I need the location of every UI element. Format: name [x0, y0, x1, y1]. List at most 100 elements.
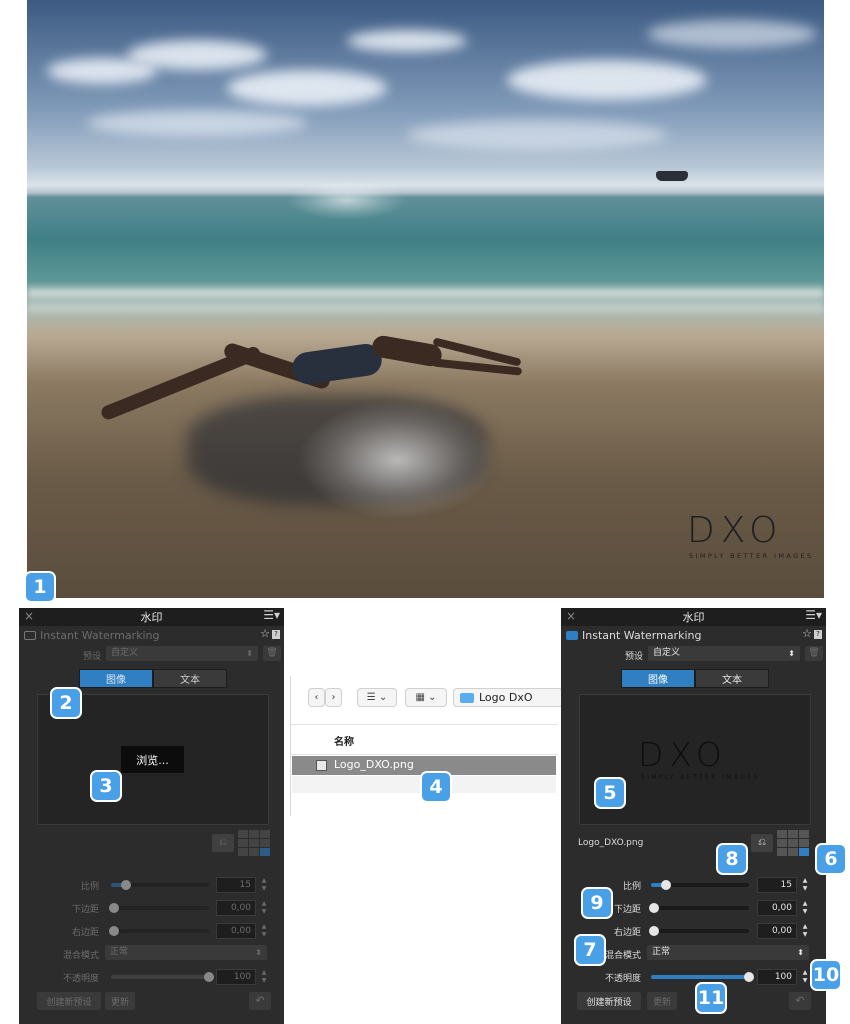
bottom-margin-input[interactable]: 0,00 [216, 900, 256, 916]
bottom-margin-slider[interactable] [649, 903, 749, 913]
right-margin-knob[interactable] [109, 926, 119, 936]
dropdown-arrow-icon: ⬍ [255, 948, 262, 957]
scale-slider-knob[interactable] [661, 880, 671, 890]
tab-image[interactable]: 图像 [79, 669, 153, 688]
opacity-slider[interactable] [111, 972, 214, 982]
opacity-input[interactable]: 100 [757, 969, 797, 985]
bottom-margin-knob[interactable] [109, 903, 119, 913]
column-header-name[interactable]: 名称 [334, 733, 354, 748]
right-margin-slider[interactable] [649, 926, 749, 936]
image-filename: Logo_DXO.png [578, 838, 644, 848]
bottom-margin-input[interactable]: 0,00 [757, 900, 797, 916]
callout-9: 9 [581, 887, 613, 919]
palette-name: Instant Watermarking [582, 628, 702, 642]
create-preset-button[interactable]: 创建新预设 [577, 992, 641, 1010]
bottom-margin-label: 下边距 [71, 905, 99, 915]
callout-6: 6 [815, 843, 847, 875]
tab-image-label: 图像 [106, 675, 126, 686]
divider [290, 724, 558, 725]
opacity-slider-fill [111, 975, 209, 979]
opacity-slider-knob[interactable] [744, 972, 754, 982]
create-preset-button[interactable]: 创建新预设 [37, 992, 101, 1010]
help-icon[interactable]: ? [272, 630, 280, 639]
star-icon[interactable]: ☆ [260, 627, 270, 640]
update-button[interactable]: 更新 [647, 992, 677, 1010]
right-margin-knob[interactable] [649, 926, 659, 936]
browse-button[interactable]: 浏览... [121, 746, 184, 773]
scale-slider-knob[interactable] [121, 880, 131, 890]
blend-mode-dropdown[interactable]: 正常 ⬍ [105, 945, 267, 960]
right-margin-label: 右边距 [71, 928, 99, 938]
grid-view-icon[interactable]: ▦ ⌄ [405, 688, 447, 707]
position-grid[interactable] [238, 830, 270, 856]
update-button[interactable]: 更新 [105, 992, 135, 1010]
scale-input[interactable]: 15 [757, 877, 797, 893]
opacity-slider-knob[interactable] [204, 972, 214, 982]
bottom-margin-slider[interactable] [109, 903, 209, 913]
enable-checkbox[interactable] [24, 630, 36, 640]
right-margin-stepper-icon[interactable]: ▲ ▼ [260, 923, 268, 939]
preset-dropdown[interactable]: 自定义 ⬍ [106, 646, 258, 661]
preset-value: 自定义 [111, 648, 139, 658]
opacity-stepper-icon[interactable]: ▲ ▼ [801, 969, 809, 985]
reset-image-icon[interactable]: ⎌ [751, 834, 773, 852]
folder-path[interactable]: Logo DxO [453, 688, 563, 707]
undo-icon[interactable]: ↶ [249, 992, 271, 1010]
bottom-margin-stepper-icon[interactable]: ▲ ▼ [801, 900, 809, 916]
blend-mode-value: 正常 [652, 947, 671, 957]
tab-text[interactable]: 文本 [153, 669, 227, 688]
bottom-margin-knob[interactable] [649, 903, 659, 913]
opacity-label: 不透明度 [62, 974, 99, 984]
preview-logo: DXO [638, 735, 728, 774]
scale-stepper-icon[interactable]: ▲ ▼ [801, 877, 809, 893]
scale-stepper-icon[interactable]: ▲ ▼ [260, 877, 268, 893]
folder-icon [460, 692, 474, 703]
watermark-panel-empty: × 水印 ☰▾ Instant Watermarking ☆ ? 预设 自定义 … [19, 608, 284, 1024]
opacity-slider[interactable] [651, 972, 754, 982]
photo-watermark-logo: DXO [687, 510, 784, 551]
palette-header: Instant Watermarking ☆ ? [561, 626, 826, 644]
blend-mode-dropdown[interactable]: 正常 ⬍ [647, 945, 809, 960]
enable-checkbox[interactable] [566, 630, 578, 640]
scale-input[interactable]: 15 [216, 877, 256, 893]
callout-7: 7 [574, 934, 606, 966]
tab-image[interactable]: 图像 [621, 669, 695, 688]
tab-text[interactable]: 文本 [695, 669, 769, 688]
position-grid[interactable] [777, 830, 809, 856]
ship [656, 171, 688, 181]
help-icon[interactable]: ? [814, 630, 822, 639]
divider [290, 754, 558, 755]
browse-label: 浏览... [136, 753, 169, 767]
opacity-slider-fill [651, 975, 749, 979]
list-view-icon[interactable]: ☰ ⌄ [357, 688, 397, 707]
forward-icon[interactable]: › [325, 688, 342, 707]
star-icon[interactable]: ☆ [802, 627, 812, 640]
panel-menu-icon[interactable]: ☰▾ [805, 608, 822, 622]
preview-tagline: SIMPLY BETTER IMAGES [641, 774, 760, 781]
close-icon[interactable]: × [24, 609, 34, 623]
reset-image-icon[interactable]: ⎌ [212, 834, 234, 852]
scale-slider[interactable] [111, 880, 209, 890]
blend-mode-value: 正常 [110, 947, 129, 957]
undo-icon[interactable]: ↶ [789, 992, 811, 1010]
back-icon[interactable]: ‹ [308, 688, 325, 707]
bottom-margin-stepper-icon[interactable]: ▲ ▼ [260, 900, 268, 916]
right-margin-input[interactable]: 0,00 [757, 923, 797, 939]
right-margin-input[interactable]: 0,00 [216, 923, 256, 939]
scale-slider[interactable] [651, 880, 749, 890]
right-margin-stepper-icon[interactable]: ▲ ▼ [801, 923, 809, 939]
close-icon[interactable]: × [566, 609, 576, 623]
right-margin-slider[interactable] [109, 926, 209, 936]
preset-dropdown[interactable]: 自定义 ⬍ [648, 646, 800, 661]
dropdown-arrow-icon: ⬍ [788, 649, 795, 658]
panel-title: 水印 [140, 611, 163, 624]
trash-icon[interactable]: 🗑 [263, 646, 281, 661]
opacity-stepper-icon[interactable]: ▲ ▼ [260, 969, 268, 985]
panel-menu-icon[interactable]: ☰▾ [263, 608, 280, 622]
trash-icon[interactable]: 🗑 [805, 646, 823, 661]
opacity-label: 不透明度 [604, 974, 641, 984]
callout-10: 10 [810, 959, 842, 991]
file-icon [316, 760, 327, 771]
callout-4: 4 [420, 771, 452, 803]
opacity-input[interactable]: 100 [216, 969, 256, 985]
